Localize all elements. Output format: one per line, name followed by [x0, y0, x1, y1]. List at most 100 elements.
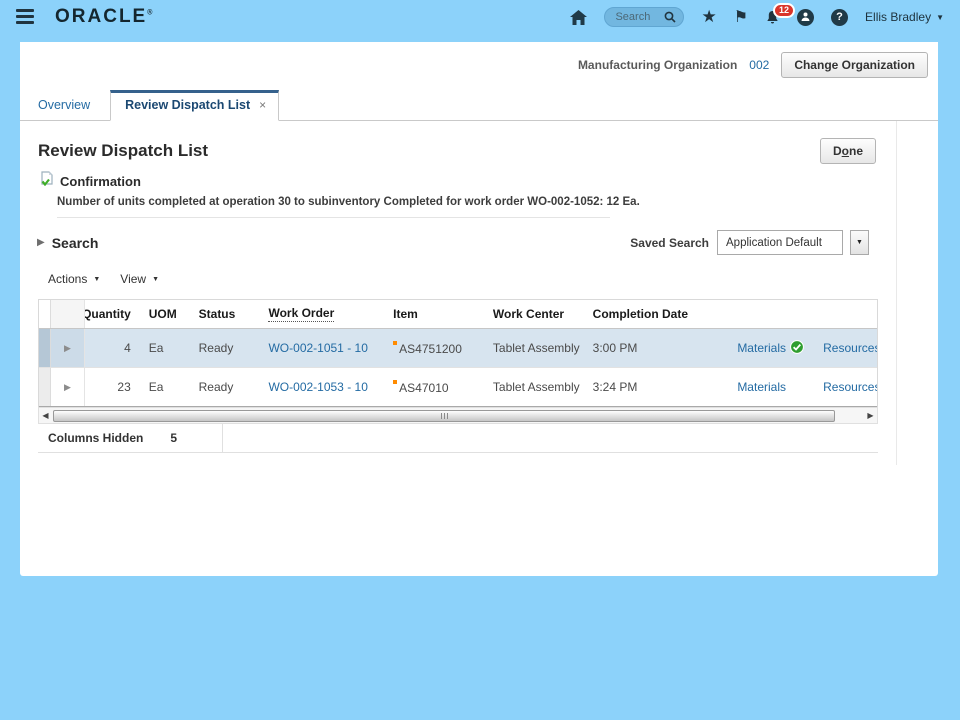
view-menu[interactable]: View ▼ — [120, 272, 159, 286]
menu-icon[interactable] — [16, 9, 34, 24]
done-label-accel: o — [841, 144, 849, 158]
item-value: AS47010 — [399, 380, 449, 395]
search-icon[interactable] — [664, 11, 677, 23]
cell-work-order: WO-002-1051 - 10 — [260, 329, 386, 367]
scrollbar-thumb[interactable] — [53, 409, 835, 422]
help-icon[interactable]: ? — [831, 8, 849, 26]
home-icon[interactable] — [570, 9, 588, 25]
cell-quantity: 4 — [84, 329, 141, 367]
cell-uom: Ea — [148, 380, 164, 394]
cell-completion-date: 3:00 PM — [584, 329, 730, 367]
materials-complete-check-icon — [790, 339, 804, 357]
column-header-resources — [809, 300, 877, 328]
view-menu-label: View — [120, 272, 147, 286]
oracle-logo-text: ORACLE — [55, 6, 148, 27]
registered-mark: ® — [147, 9, 153, 17]
cell-materials: Materials — [729, 368, 809, 406]
cell-status: Ready — [190, 329, 261, 367]
confirmation-icon — [40, 171, 54, 191]
work-order-link[interactable]: WO-002-1053 - 10 — [268, 380, 367, 394]
confirmation-message: Number of units completed at operation 3… — [57, 196, 640, 208]
saved-search-dropdown-button[interactable]: ▼ — [850, 230, 869, 255]
user-name: Ellis Bradley — [865, 10, 932, 24]
cell-work-order: WO-002-1053 - 10 — [260, 368, 385, 406]
column-header-item[interactable]: Item — [385, 300, 485, 328]
cell-uom: Ea — [140, 329, 191, 367]
confirmation-header: Confirmation — [40, 171, 141, 191]
actions-menu[interactable]: Actions ▼ — [48, 272, 100, 286]
horizontal-scrollbar[interactable]: ◀ ▶ — [38, 407, 878, 424]
row-expand-button[interactable]: ▶ — [50, 329, 85, 367]
tab-review-dispatch-list[interactable]: Review Dispatch List × — [110, 90, 280, 121]
table-footer: Columns Hidden 5 — [38, 424, 878, 453]
row-selector-header — [39, 300, 51, 328]
work-order-header-label: Work Order — [268, 306, 335, 322]
saved-search-select[interactable]: Application Default — [717, 230, 843, 255]
materials-link[interactable]: Materials — [737, 380, 786, 394]
chevron-down-icon: ▼ — [93, 275, 101, 283]
cell-item: AS47010 — [385, 368, 485, 406]
item-marker-icon — [393, 340, 398, 345]
change-organization-button[interactable]: Change Organization — [781, 52, 928, 78]
notifications-bell-icon[interactable]: 12 — [765, 2, 796, 25]
row-expand-button[interactable]: ▶ — [51, 368, 85, 406]
table-row[interactable]: ▶ 23 Ea Ready WO-002-1053 - 10 AS47010 T… — [39, 368, 877, 407]
search-section-row: ▶ Search Saved Search Application Defaul… — [37, 230, 869, 255]
organization-label: Manufacturing Organization — [577, 58, 738, 72]
global-search-input[interactable]: Search — [604, 7, 685, 27]
header-actions: Search ★ ⚑ 12 ? Ellis Bradley ▼ — [570, 0, 944, 34]
header-bar: ORACLE® Search ★ ⚑ 12 ? Ellis Bradley ▼ — [0, 0, 960, 34]
expand-arrow-icon: ▶ — [63, 381, 71, 392]
settings-icon[interactable] — [797, 8, 815, 26]
confirmation-divider — [57, 217, 610, 218]
table-row[interactable]: ▶ 4 Ea Ready WO-002-1051 - 10 AS4751200 … — [39, 329, 877, 368]
actions-menu-label: Actions — [48, 272, 88, 286]
tab-overview[interactable]: Overview — [26, 91, 102, 120]
user-menu[interactable]: Ellis Bradley ▼ — [865, 10, 944, 24]
chevron-down-icon: ▼ — [936, 12, 944, 22]
resources-link[interactable]: Resources — [823, 380, 877, 394]
cell-resources: Resources — [809, 329, 877, 367]
column-header-status[interactable]: Status — [191, 300, 261, 328]
column-header-uom[interactable]: UOM — [141, 300, 191, 328]
row-selector[interactable] — [39, 368, 51, 406]
change-organization-label: Change Organization — [794, 58, 915, 72]
cell-work-center: Tablet Assembly — [492, 380, 580, 394]
column-header-quantity[interactable]: Quantity — [85, 300, 141, 328]
cell-work-center: Tablet Assembly — [484, 329, 585, 367]
confirmation-title: Confirmation — [60, 173, 141, 189]
resources-link[interactable]: Resources — [823, 341, 877, 355]
table-menus: Actions ▼ View ▼ — [48, 272, 159, 286]
favorites-star-icon[interactable]: ★ — [701, 7, 716, 27]
tab-review-dispatch-list-label: Review Dispatch List — [125, 98, 251, 112]
watchlist-flag-icon[interactable]: ⚑ — [734, 7, 748, 27]
main-card: Manufacturing Organization 002 Change Or… — [20, 42, 938, 576]
cell-materials: Materials — [729, 329, 810, 367]
column-header-materials — [729, 300, 809, 328]
columns-hidden-count: 5 — [170, 431, 178, 445]
row-selector[interactable] — [39, 329, 51, 367]
review-dispatch-list-panel: Review Dispatch List Done Confirmation N… — [20, 121, 897, 465]
organization-code: 002 — [749, 58, 770, 72]
column-header-completion-date[interactable]: Completion Date — [585, 300, 730, 328]
tab-bar: Overview Review Dispatch List × — [20, 90, 938, 121]
work-order-link[interactable]: WO-002-1051 - 10 — [268, 341, 367, 355]
cell-resources: Resources — [809, 368, 877, 406]
chevron-down-icon: ▼ — [152, 275, 160, 283]
column-header-work-order[interactable]: Work Order — [260, 300, 385, 328]
scroll-right-arrow[interactable]: ▶ — [864, 408, 877, 423]
scroll-left-arrow[interactable]: ◀ — [39, 408, 52, 423]
materials-link[interactable]: Materials — [737, 341, 786, 355]
saved-search-label: Saved Search — [630, 235, 709, 250]
tab-overview-label: Overview — [38, 98, 91, 112]
dispatch-list-table: Quantity UOM Status Work Order Item Work… — [38, 299, 878, 407]
column-header-work-center[interactable]: Work Center — [485, 300, 585, 328]
cell-status: Ready — [198, 380, 234, 394]
done-button[interactable]: Done — [819, 138, 876, 164]
close-icon[interactable]: × — [259, 98, 266, 112]
item-marker-icon — [393, 379, 398, 384]
search-expander[interactable]: ▶ Search — [37, 235, 98, 251]
done-label-pre: D — [832, 144, 842, 158]
table-header-row: Quantity UOM Status Work Order Item Work… — [39, 300, 877, 329]
page-title: Review Dispatch List — [38, 141, 209, 160]
